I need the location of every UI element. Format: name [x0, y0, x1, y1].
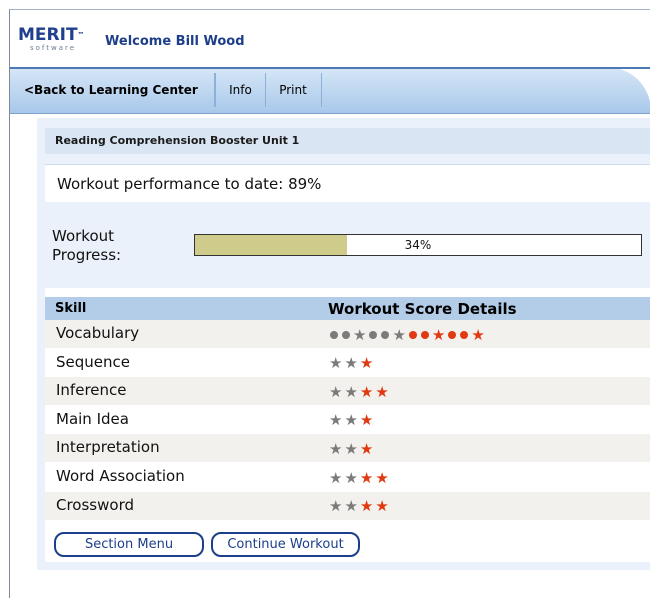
- red-star-icon: ★: [359, 411, 374, 430]
- table-row: Crossword ★ ★ ★ ★: [45, 491, 650, 520]
- score-marks: ★ ★ ★: [328, 410, 374, 430]
- red-dot-icon: [448, 330, 457, 339]
- grey-star-icon: ★: [329, 468, 343, 487]
- workout-panel: Reading Comprehension Booster Unit 1 Wor…: [37, 118, 650, 570]
- continue-workout-button[interactable]: Continue Workout: [211, 532, 360, 557]
- grey-star-icon: ★: [344, 354, 358, 373]
- table-row: Inference ★ ★ ★ ★: [45, 377, 650, 406]
- red-star-icon: ★: [359, 354, 374, 373]
- red-dot-icon: [460, 330, 469, 339]
- grey-star-icon: ★: [329, 382, 343, 401]
- nav-bar: <Back to Learning Center Info Print: [10, 67, 650, 114]
- score-marks: ★ ★ ★ ★: [328, 496, 390, 516]
- skill-column-header: Skill: [55, 301, 87, 316]
- grey-star-icon: ★: [344, 411, 358, 430]
- progress-value: 34%: [404, 238, 432, 252]
- grey-star-icon: ★: [329, 354, 343, 373]
- grey-dot-icon: [369, 330, 378, 339]
- grey-dot-icon: [330, 330, 338, 339]
- score-marks: ★ ★ ★ ★: [328, 381, 390, 401]
- skill-name: Interpretation: [56, 438, 160, 457]
- welcome-text: Welcome Bill Wood: [105, 34, 245, 49]
- score-marks: ★ ★ ★ ★: [328, 324, 486, 344]
- table-row: Vocabulary ★ ★ ★ ★: [45, 320, 650, 348]
- red-star-icon: ★: [375, 497, 389, 516]
- grey-star-icon: ★: [329, 497, 343, 516]
- red-star-icon: ★: [375, 382, 389, 401]
- table-row: Sequence ★ ★ ★: [45, 349, 650, 377]
- red-star-icon: ★: [359, 439, 374, 458]
- workout-progress-bar: 34%: [194, 234, 642, 256]
- header: MERIT™ software Welcome Bill Wood: [10, 10, 650, 62]
- grey-star-icon: ★: [344, 497, 358, 516]
- red-star-icon: ★: [359, 497, 374, 516]
- skills-table: Skill Workout Score Details Vocabulary ★ ★…: [45, 288, 650, 562]
- score-marks: ★ ★ ★ ★: [328, 467, 390, 487]
- grey-dot-icon: [381, 330, 390, 339]
- performance-text: Workout performance to date: 89%: [57, 175, 322, 193]
- table-row: Main Idea ★ ★ ★: [45, 406, 650, 434]
- skill-name: Crossword: [56, 495, 134, 514]
- score-marks: ★ ★ ★: [328, 438, 374, 458]
- performance-box: Workout performance to date: 89%: [45, 164, 650, 202]
- skill-name: Vocabulary: [56, 324, 140, 342]
- red-star-icon: ★: [359, 382, 374, 401]
- score-column-header: Workout Score Details: [328, 300, 517, 318]
- grey-star-icon: ★: [392, 325, 406, 344]
- logo-subtext: software: [30, 44, 77, 52]
- red-dot-icon: [420, 330, 429, 339]
- table-header: Skill Workout Score Details: [45, 297, 650, 320]
- merit-logo: MERIT™ software: [18, 27, 86, 57]
- grey-star-icon: ★: [329, 439, 343, 458]
- red-star-icon: ★: [471, 325, 485, 344]
- score-marks: ★ ★ ★: [328, 353, 374, 373]
- grey-star-icon: ★: [344, 439, 358, 458]
- grey-star-icon: ★: [344, 382, 358, 401]
- skill-name: Sequence: [56, 352, 130, 371]
- red-star-icon: ★: [375, 468, 389, 487]
- red-star-icon: ★: [431, 325, 446, 344]
- grey-star-icon: ★: [329, 411, 343, 430]
- skill-name: Word Association: [56, 467, 185, 485]
- trademark-mark: ™: [77, 31, 85, 39]
- section-menu-button[interactable]: Section Menu: [54, 532, 204, 557]
- logo-text: MERIT: [18, 25, 78, 45]
- app-frame: MERIT™ software Welcome Bill Wood <Back …: [9, 9, 650, 598]
- info-tab[interactable]: Info: [215, 73, 266, 107]
- red-dot-icon: [408, 330, 417, 339]
- grey-dot-icon: [342, 330, 350, 339]
- skill-name: Inference: [56, 381, 127, 400]
- progress-label: Workout Progress:: [52, 227, 122, 264]
- nav-bar-top-border: [10, 67, 650, 69]
- table-row: Interpretation ★ ★ ★: [45, 434, 650, 463]
- skill-name: Main Idea: [56, 409, 129, 428]
- unit-title: Reading Comprehension Booster Unit 1: [45, 128, 650, 154]
- table-row: Word Association ★ ★ ★ ★: [45, 463, 650, 491]
- red-star-icon: ★: [359, 468, 374, 487]
- back-to-learning-center-link[interactable]: <Back to Learning Center: [24, 73, 215, 107]
- grey-star-icon: ★: [344, 468, 358, 487]
- grey-star-icon: ★: [353, 325, 367, 344]
- print-tab[interactable]: Print: [265, 73, 322, 107]
